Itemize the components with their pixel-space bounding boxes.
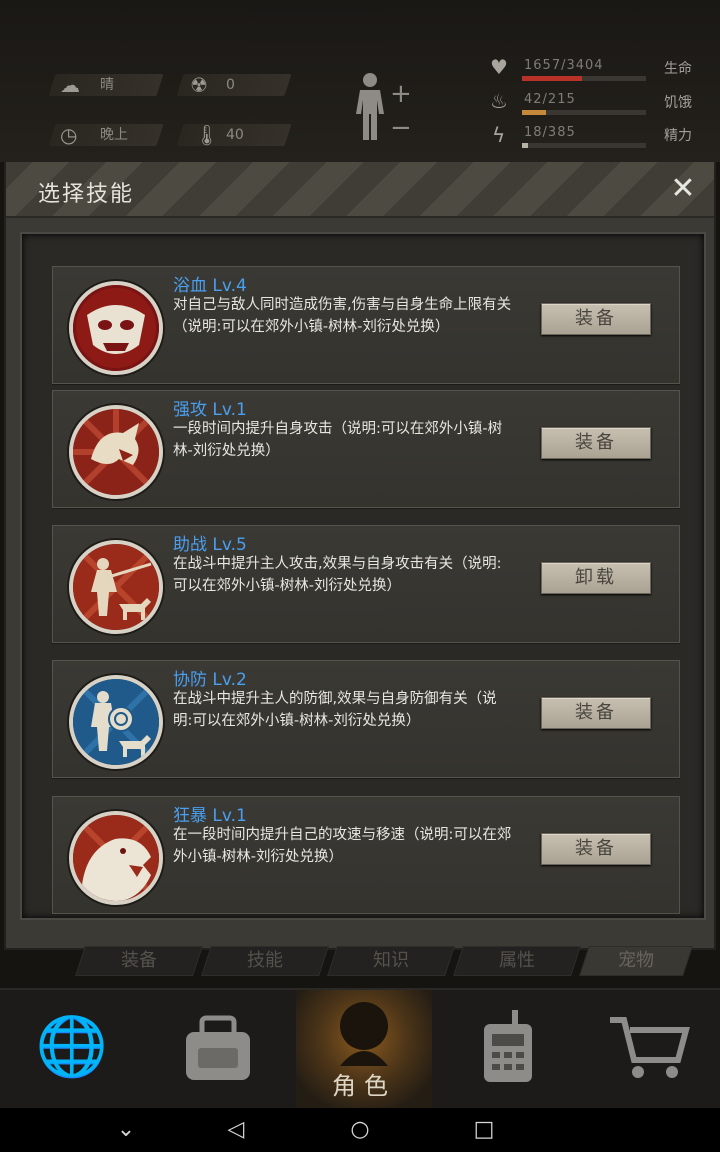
hunger-text: 42/215: [524, 92, 576, 107]
unequip-button[interactable]: 卸载: [541, 562, 651, 594]
nav-world-map[interactable]: 🌐: [0, 990, 144, 1110]
hunger-bar: [522, 110, 646, 115]
equip-button[interactable]: 装备: [541, 427, 651, 459]
dialog-title: 选择技能: [38, 182, 135, 207]
hunger-label: 饥饿: [664, 95, 692, 111]
skill-description: 在一段时间内提升自己的攻速与移速（说明:可以在郊外小镇-树林-刘衍处兑换）: [173, 827, 512, 865]
thermometer-icon: 🌡: [194, 123, 220, 147]
health-bar: [522, 76, 646, 81]
close-icon[interactable]: ✕: [666, 172, 700, 206]
nav-shop[interactable]: [576, 990, 720, 1110]
svg-text:+: +: [390, 79, 412, 109]
skill-card-power-attack: 强攻 Lv.1 一段时间内提升自身攻击（说明:可以在郊外小镇-树林-刘衍处兑换）…: [52, 390, 680, 508]
assist-battle-icon: [69, 540, 163, 634]
stomach-icon: ♨: [490, 89, 508, 113]
energy-bar: [522, 143, 646, 148]
status-bar: ☁ 晴 ☢ 0 ◷ 晚上 🌡 40 + − ♥ 1657/3404 生命 ♨ 4…: [0, 0, 720, 162]
equip-button[interactable]: 装备: [541, 833, 651, 865]
tab-knowledge[interactable]: 知识: [327, 946, 455, 976]
tab-pets[interactable]: 宠物: [579, 946, 693, 976]
svg-text:−: −: [390, 113, 412, 143]
backpack-icon: [186, 1015, 250, 1080]
equip-button[interactable]: 装备: [541, 303, 651, 335]
skill-name: 协防 Lv.2: [173, 670, 247, 690]
equip-button[interactable]: 装备: [541, 697, 651, 729]
skill-description: 在战斗中提升主人的防御,效果与自身防御有关（说明:可以在郊外小镇-树林-刘衍处兑…: [173, 691, 497, 729]
radiation-value: 0: [226, 77, 235, 93]
chevron-down-icon[interactable]: ⌄: [106, 1114, 146, 1146]
energy-text: 18/385: [524, 125, 576, 140]
system-navigation-bar: ⌄ ◁ ○ □: [0, 1108, 720, 1152]
nav-character-label: 角色: [332, 1072, 396, 1100]
skill-description: 对自己与敌人同时造成伤害,伤害与自身生命上限有关（说明:可以在郊外小镇-树林-刘…: [173, 297, 512, 335]
tab-attributes[interactable]: 属性: [453, 946, 581, 976]
skill-description: 一段时间内提升自身攻击（说明:可以在郊外小镇-树林-刘衍处兑换）: [173, 421, 503, 459]
hunger-bar-fill: [522, 110, 547, 115]
recents-icon[interactable]: □: [464, 1114, 504, 1146]
skill-name: 狂暴 Lv.1: [173, 806, 247, 826]
nav-character[interactable]: 角色: [296, 990, 432, 1110]
globe-icon: 🌐: [35, 1012, 109, 1080]
character-icon: [340, 1002, 388, 1066]
skill-card-assist-battle: 助战 Lv.5 在战斗中提升主人攻击,效果与自身攻击有关（说明:可以在郊外小镇-…: [52, 525, 680, 643]
tab-skills[interactable]: 技能: [201, 946, 329, 976]
radiation-icon: ☢: [190, 73, 208, 97]
dialog-header: 选择技能 ✕: [6, 162, 714, 218]
health-text: 1657/3404: [524, 58, 604, 73]
clock-icon: ◷: [60, 123, 78, 147]
skill-name: 强攻 Lv.1: [173, 400, 247, 420]
lightning-icon: ϟ: [492, 123, 506, 147]
weather-value: 晴: [100, 77, 114, 93]
rage-icon: [69, 811, 163, 905]
skill-name: 助战 Lv.5: [173, 535, 247, 555]
skill-card-rage: 狂暴 Lv.1 在一段时间内提升自己的攻速与移速（说明:可以在郊外小镇-树林-刘…: [52, 796, 680, 914]
health-label: 生命: [664, 61, 692, 77]
radio-icon: [484, 1010, 532, 1082]
cloud-icon: ☁: [60, 73, 80, 97]
skill-card-assist-defense: 协防 Lv.2 在战斗中提升主人的防御,效果与自身防御有关（说明:可以在郊外小镇…: [52, 660, 680, 778]
bottom-navigation: 🌐 角色: [0, 988, 720, 1110]
time-value: 晚上: [100, 127, 128, 143]
nav-backpack[interactable]: [144, 990, 288, 1110]
skill-name: 浴血 Lv.4: [173, 276, 247, 296]
bloodbath-icon: [69, 281, 163, 375]
assist-defense-icon: [69, 675, 163, 769]
health-bar-fill: [522, 76, 583, 81]
home-icon[interactable]: ○: [340, 1114, 380, 1146]
skill-card-bloodbath: 浴血 Lv.4 对自己与敌人同时造成伤害,伤害与自身生命上限有关（说明:可以在郊…: [52, 266, 680, 384]
cart-icon: [610, 1017, 690, 1078]
character-sub-tabs: 装备 技能 知识 属性 宠物: [70, 946, 700, 980]
energy-label: 精力: [664, 128, 692, 144]
select-skill-dialog: 选择技能 ✕ 浴血 Lv.4 对自己与敌人同时造成伤害,伤害与自身生命上限有关（…: [4, 160, 716, 950]
tab-equipment[interactable]: 装备: [75, 946, 203, 976]
temperature-value: 40: [226, 127, 244, 143]
back-icon[interactable]: ◁: [216, 1114, 256, 1146]
skill-description: 在战斗中提升主人攻击,效果与自身攻击有关（说明:可以在郊外小镇-树林-刘衍处兑换…: [173, 556, 502, 594]
body-figure-icon[interactable]: + −: [346, 70, 426, 150]
heart-icon: ♥: [490, 55, 508, 79]
power-attack-icon: [69, 405, 163, 499]
energy-bar-fill: [522, 143, 528, 148]
skill-list[interactable]: 浴血 Lv.4 对自己与敌人同时造成伤害,伤害与自身生命上限有关（说明:可以在郊…: [20, 232, 706, 920]
nav-radio[interactable]: [434, 990, 578, 1110]
